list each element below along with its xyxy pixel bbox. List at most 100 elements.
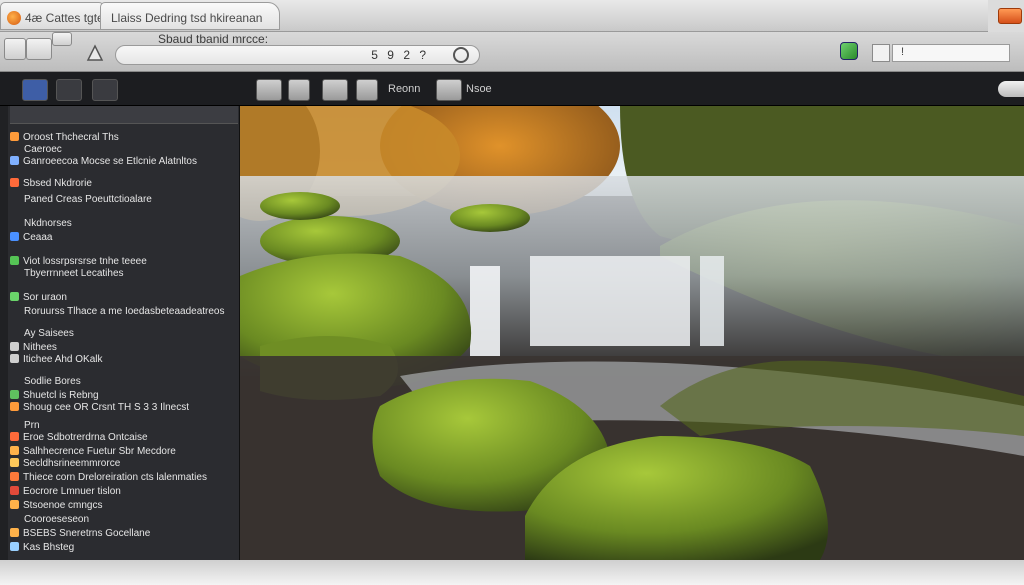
filter-field-text: ! (901, 46, 905, 58)
panel-toggle[interactable] (998, 81, 1024, 97)
frame-icon[interactable] (288, 79, 310, 101)
sidebar-item-label: Sbsed Nkdrorie (23, 178, 92, 189)
item-icon (10, 542, 19, 551)
sidebar-item-label: Stsoenoe cmngcs (23, 500, 103, 511)
sidebar-item-label: Shuetcl is Rebng (23, 390, 99, 401)
tab-document-label: Llaiss Dedring tsd hkireanan (111, 11, 263, 25)
sidebar-item[interactable]: Kas Bhsteg (10, 542, 238, 554)
sidebar-item-label: Ganroeecoa Mocse se Etlcnie Alatnltos (23, 156, 197, 167)
content-toolbar: Reonn Nsoe (0, 72, 1024, 106)
sidebar-item[interactable]: Shoug cee OR Crsnt TH S 3 3 Ilnecst (10, 402, 238, 414)
item-icon (10, 402, 19, 411)
sidebar-item-label: Roruurss Tlhace a me Ioedasbeteaadeatreo… (24, 306, 225, 317)
sidebar-item[interactable]: Eroe Sdbotrerdrna Ontcaise (10, 432, 238, 444)
sidebar-item[interactable]: Caeroec (10, 144, 238, 156)
sidebar-item-label: Cooroeseseon (24, 514, 90, 525)
add-icon[interactable] (26, 38, 52, 60)
item-icon (10, 390, 19, 399)
search-icon[interactable] (453, 47, 469, 63)
item-icon (10, 486, 19, 495)
sidebar-item-label: Prn (24, 420, 40, 431)
sidebar-item[interactable]: Roruurss Tlhace a me Ioedasbeteaadeatreo… (10, 306, 238, 318)
sidebar-item[interactable]: Cooroeseseon (10, 514, 238, 526)
sidebar-item[interactable]: Ganroeecoa Mocse se Etlcnie Alatnltos (10, 156, 238, 168)
content-label-2: Nsoe (466, 83, 492, 95)
sidebar-item-label: Caeroec (24, 144, 62, 155)
sidebar-item-label: Eocrore Lmnuer tislon (23, 486, 121, 497)
crop-icon[interactable] (256, 79, 282, 101)
sidebar-item[interactable]: Eocrore Lmnuer tislon (10, 486, 238, 498)
sidebar-item[interactable]: Stsoenoe cmngcs (10, 500, 238, 512)
image-viewer[interactable] (240, 106, 1024, 560)
item-icon (10, 342, 19, 351)
sidebar-item[interactable]: Ceaaa (10, 232, 238, 244)
sidebar-item[interactable]: Oroost Thchecral Ths (10, 132, 238, 144)
window-shadow (0, 560, 1024, 585)
filter-field[interactable]: ! (892, 44, 1010, 62)
sidebar-item[interactable]: Paned Creas Poeuttctioalare (10, 194, 238, 206)
item-icon (10, 458, 19, 467)
sidebar-item-label: Viot lossrpsrsrse tnhe teeee (23, 256, 147, 267)
sidebar-item[interactable]: Sodlie Bores (10, 376, 238, 388)
tab-document[interactable]: Llaiss Dedring tsd hkireanan (100, 2, 280, 30)
search-input[interactable]: 5 9 2 ? (115, 45, 480, 65)
sidebar: Oroost Thchecral Ths Caeroec Ganroeecoa Mo… (0, 106, 240, 560)
sidebar-item-label: Secldhsrineemmrorce (23, 458, 121, 469)
sidebar-item-label: Thiece corn Dreloreiration cts lalenmati… (23, 472, 207, 483)
sidebar-item[interactable]: BSEBS Sneretrns Gocellane (10, 528, 238, 540)
tab-app-label: 4æ Cattes tgte (25, 11, 104, 25)
mail-icon[interactable] (436, 79, 462, 101)
item-icon (10, 232, 19, 241)
sidebar-item[interactable]: Nkdnorses (10, 218, 238, 230)
item-icon (10, 354, 19, 363)
layout-icon[interactable] (322, 79, 348, 101)
title-controls (988, 0, 1024, 32)
sidebar-item-label: Ceaaa (23, 232, 53, 243)
sidebar-item-label: BSEBS Sneretrns Gocellane (23, 528, 151, 539)
sidebar-item[interactable]: Tbyerrnneet Lecatihes (10, 268, 238, 280)
sidebar-item-label: Itichee Ahd OKalk (23, 354, 103, 365)
sidebar-item[interactable]: Ay Saisees (10, 328, 238, 340)
sidebar-item-label: Nkdnorses (24, 218, 72, 229)
sidebar-item-label: Salhhecrence Fuetur Sbr Mecdore (23, 446, 176, 457)
item-icon (10, 446, 19, 455)
sidebar-header (10, 106, 238, 124)
app-logo-icon (7, 11, 21, 25)
folder-icon[interactable] (356, 79, 378, 101)
app-window: 4æ Cattes tgte Llaiss Dedring tsd hkirea… (0, 0, 1024, 560)
library-icon[interactable] (22, 79, 48, 101)
item-icon (10, 432, 19, 441)
grid-icon[interactable] (52, 32, 72, 46)
sidebar-item-label: Shoug cee OR Crsnt TH S 3 3 Ilnecst (23, 402, 190, 413)
export-icon[interactable] (92, 79, 118, 101)
sidebar-item[interactable]: Secldhsrineemmrorce (10, 458, 238, 470)
folder-icon[interactable] (4, 38, 26, 60)
sidebar-item[interactable]: Viot lossrpsrsrse tnhe teeee (10, 256, 238, 268)
sidebar-item[interactable]: Sor uraon (10, 292, 238, 304)
triangle-icon[interactable] (84, 42, 106, 64)
sidebar-item[interactable]: Itichee Ahd OKalk (10, 354, 238, 366)
sidebar-item-label: Nithees (23, 342, 57, 353)
sidebar-item-label: Tbyerrnneet Lecatihes (24, 268, 124, 279)
sidebar-item-label: Sodlie Bores (24, 376, 81, 387)
close-button[interactable] (998, 8, 1022, 24)
sidebar-item[interactable]: Salhhecrence Fuetur Sbr Mecdore (10, 446, 238, 458)
tab-app[interactable]: 4æ Cattes tgte (0, 2, 104, 30)
sync-icon[interactable] (840, 42, 858, 60)
sidebar-item[interactable]: Shuetcl is Rebng (10, 390, 238, 402)
sidebar-item-label: Oroost Thchecral Ths (23, 132, 119, 143)
waterfall-photo (240, 106, 1024, 560)
view-toggle-button[interactable] (872, 44, 890, 62)
sidebar-item[interactable]: Thiece corn Dreloreiration cts lalenmati… (10, 472, 238, 484)
content-label-1: Reonn (388, 83, 421, 95)
sidebar-item[interactable]: Prn (10, 420, 238, 432)
sidebar-item-label: Kas Bhsteg (23, 542, 75, 553)
sidebar-item[interactable]: Nithees (10, 342, 238, 354)
item-icon (10, 472, 19, 481)
item-icon (10, 178, 19, 187)
sidebar-item[interactable]: Sbsed Nkdrorie (10, 178, 238, 190)
tag-icon[interactable] (56, 79, 82, 101)
item-icon (10, 528, 19, 537)
sidebar-edge (0, 106, 8, 560)
search-text: 5 9 2 ? (371, 48, 429, 62)
